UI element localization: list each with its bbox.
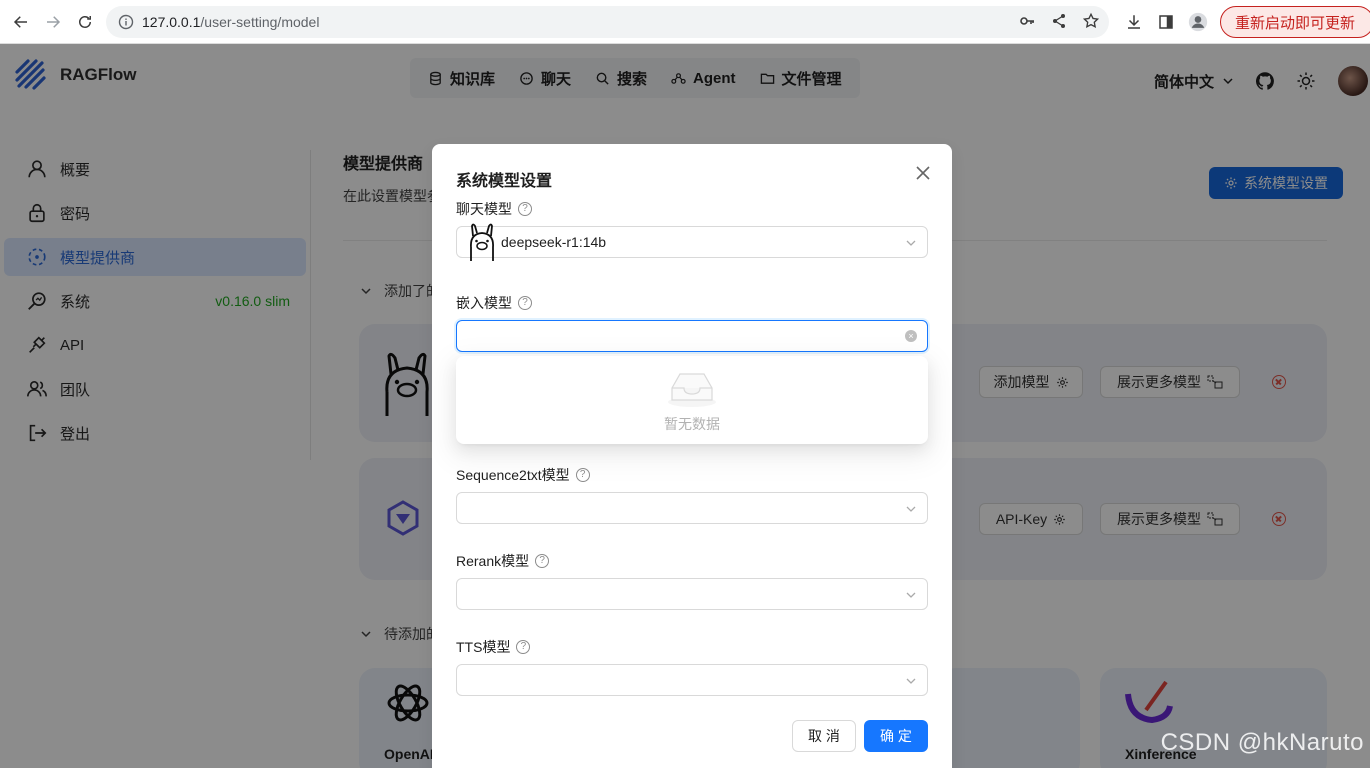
clear-icon[interactable]: × bbox=[905, 330, 917, 342]
bookmark-star-icon[interactable] bbox=[1082, 12, 1100, 30]
rerank-model-select[interactable] bbox=[456, 578, 928, 610]
browser-right-actions: 重新启动即可更新 bbox=[1124, 6, 1370, 38]
chat-model-label: 聊天模型 ? bbox=[456, 199, 532, 219]
url-path: /user-setting/model bbox=[200, 14, 320, 30]
empty-text: 暂无数据 bbox=[664, 416, 720, 432]
embedding-model-select[interactable]: × bbox=[456, 320, 928, 352]
field-label-text: TTS模型 bbox=[456, 639, 511, 655]
update-restart-button[interactable]: 重新启动即可更新 bbox=[1219, 6, 1370, 38]
address-bar-actions bbox=[1018, 12, 1100, 30]
modal-title: 系统模型设置 bbox=[456, 173, 553, 190]
help-icon[interactable]: ? bbox=[575, 468, 590, 482]
address-bar[interactable]: 127.0.0.1/user-setting/model bbox=[106, 6, 1109, 38]
selected-value: deepseek-r1:14b bbox=[501, 234, 607, 250]
watermark: CSDN @hkNaruto bbox=[1160, 729, 1364, 756]
help-icon[interactable]: ? bbox=[518, 296, 532, 310]
system-model-settings-modal: 系统模型设置 聊天模型 ? deepseek-r1:14b 嵌入模型 ? × 暂… bbox=[432, 144, 952, 768]
help-icon[interactable]: ? bbox=[518, 202, 532, 216]
field-label-text: 嵌入模型 bbox=[456, 295, 512, 311]
embedding-model-label: 嵌入模型 ? bbox=[456, 293, 532, 313]
forward-icon[interactable] bbox=[37, 6, 69, 38]
browser-toolbar: 127.0.0.1/user-setting/model 重新启动即可更新 bbox=[0, 0, 1370, 44]
chat-model-select[interactable]: deepseek-r1:14b bbox=[456, 223, 928, 261]
close-icon[interactable] bbox=[914, 164, 932, 182]
sequence2txt-model-select[interactable] bbox=[456, 492, 928, 524]
back-icon[interactable] bbox=[5, 6, 37, 38]
rerank-model-label: Rerank模型 ? bbox=[456, 551, 550, 571]
profile-icon[interactable] bbox=[1188, 12, 1208, 32]
field-label-text: Sequence2txt模型 bbox=[456, 467, 570, 483]
ok-button[interactable]: 确 定 bbox=[864, 720, 928, 752]
sequence2txt-model-label: Sequence2txt模型 ? bbox=[456, 465, 590, 485]
tts-model-label: TTS模型 ? bbox=[456, 637, 531, 657]
download-icon[interactable] bbox=[1124, 12, 1144, 32]
field-label-text: 聊天模型 bbox=[456, 201, 512, 217]
help-icon[interactable]: ? bbox=[516, 640, 531, 654]
chevron-down-icon bbox=[906, 678, 916, 684]
chevron-down-icon bbox=[906, 592, 916, 598]
tts-model-select[interactable] bbox=[456, 664, 928, 696]
reload-icon[interactable] bbox=[69, 6, 101, 38]
url-host: 127.0.0.1 bbox=[142, 14, 201, 30]
help-icon[interactable]: ? bbox=[535, 554, 550, 568]
ollama-logo-icon bbox=[470, 223, 494, 261]
key-icon[interactable] bbox=[1018, 12, 1036, 30]
cancel-button[interactable]: 取 消 bbox=[792, 720, 856, 752]
chevron-down-icon bbox=[906, 506, 916, 512]
field-label-text: Rerank模型 bbox=[456, 553, 530, 569]
side-panel-icon[interactable] bbox=[1156, 12, 1176, 32]
empty-inbox-icon bbox=[668, 373, 716, 407]
share-icon[interactable] bbox=[1050, 12, 1068, 30]
site-info-icon[interactable] bbox=[118, 14, 134, 30]
chevron-down-icon bbox=[906, 240, 916, 246]
embedding-model-dropdown: 暂无数据 bbox=[456, 356, 928, 444]
